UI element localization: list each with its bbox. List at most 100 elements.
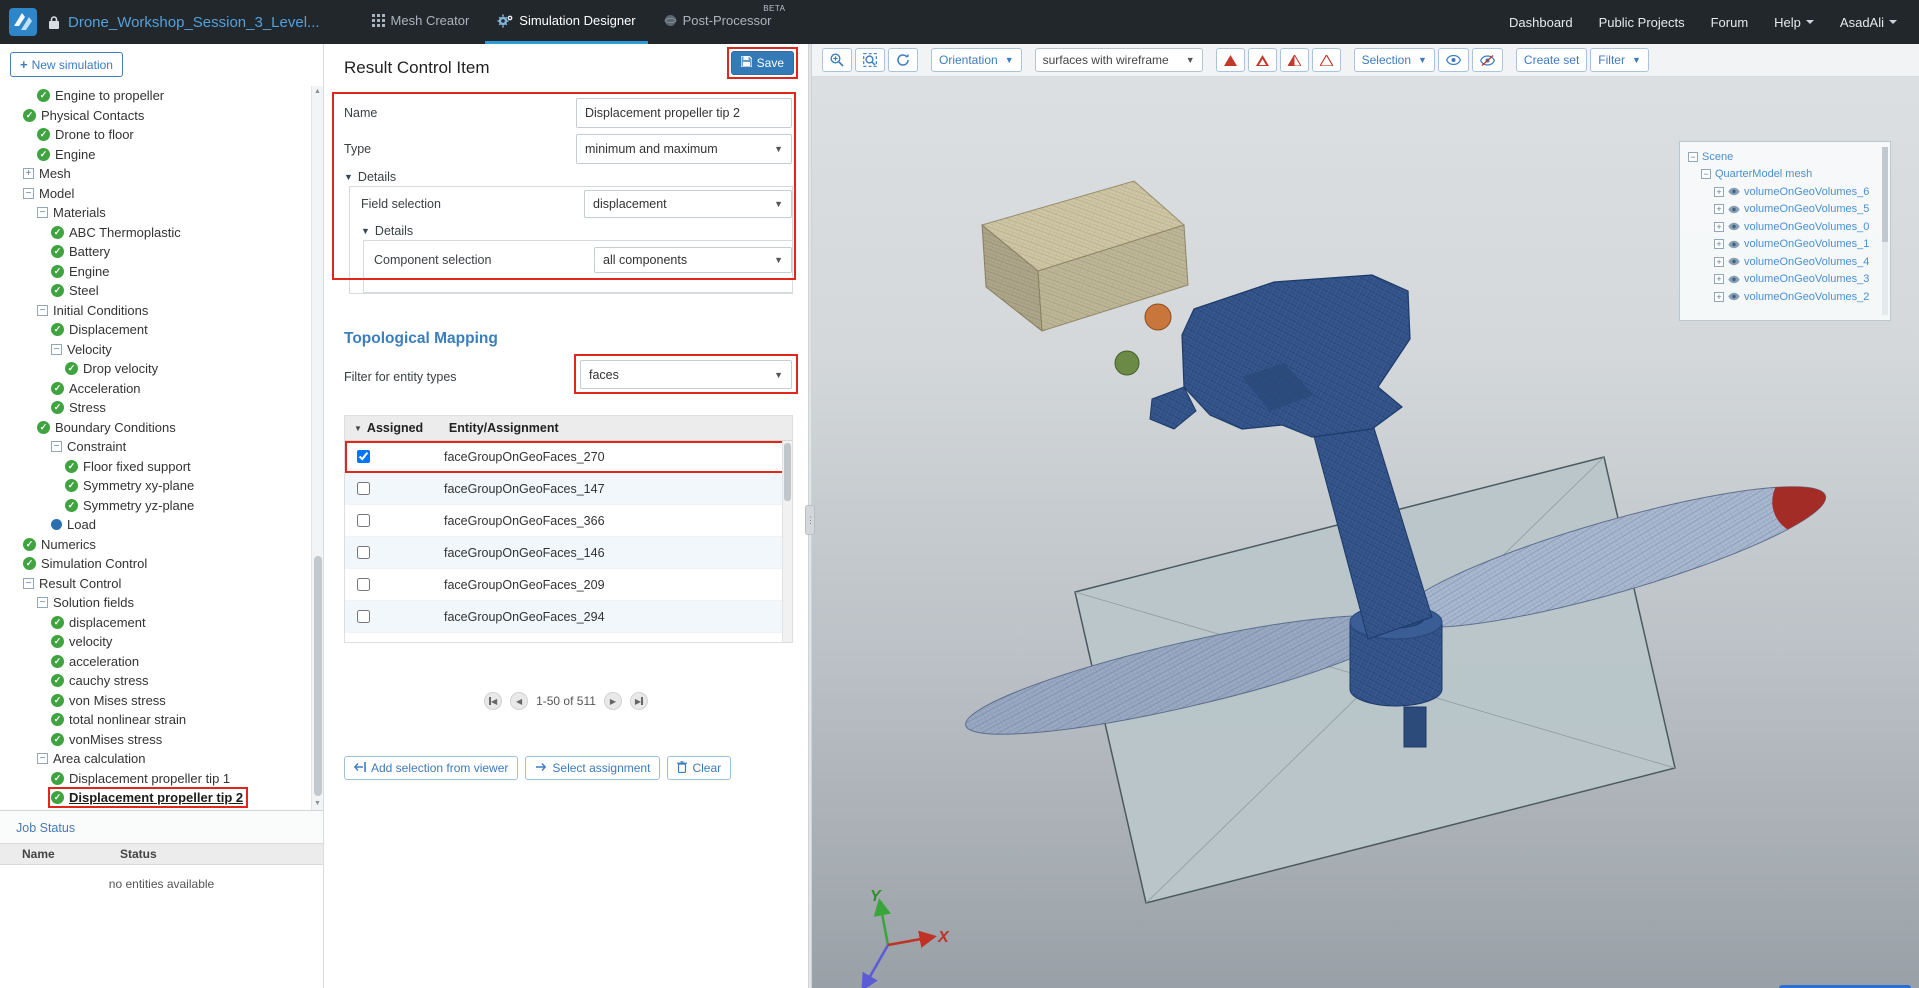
tree-item-load[interactable]: Load <box>0 515 311 535</box>
scroll-down-icon[interactable]: ▼ <box>312 798 323 810</box>
tab-post-processor[interactable]: Post-Processor BETA <box>652 0 785 44</box>
scene-mesh-item[interactable]: − QuarterModel mesh <box>1688 166 1880 184</box>
scene-volume-item[interactable]: + volumeOnGeoVolumes_0 <box>1688 218 1880 236</box>
tree-item-abc-thermoplastic[interactable]: ✓ ABC Thermoplastic <box>0 223 311 243</box>
table-row[interactable]: faceGroupOnGeoFaces_209 <box>345 569 792 601</box>
collapse-minus-icon[interactable]: − <box>37 207 48 219</box>
expand-plus-icon[interactable]: + <box>1714 186 1724 197</box>
field-selection-select[interactable]: displacement ▼ <box>584 190 792 218</box>
tree-item-total-nonlinear-strain[interactable]: ✓ total nonlinear strain <box>0 710 311 730</box>
visibility-eye-icon[interactable] <box>1728 222 1740 231</box>
type-select[interactable]: minimum and maximum ▼ <box>576 134 792 164</box>
last-page-button[interactable]: ▶ <box>629 692 648 710</box>
assigned-column-header[interactable]: Assigned <box>367 421 439 435</box>
clip-plane-button-1[interactable] <box>1215 48 1245 72</box>
assigned-checkbox[interactable] <box>357 450 370 463</box>
collapse-minus-icon[interactable]: − <box>51 343 62 355</box>
visibility-eye-icon[interactable] <box>1728 292 1740 301</box>
visibility-eye-icon[interactable] <box>1728 275 1740 284</box>
orientation-dropdown[interactable]: Orientation ▼ <box>931 48 1022 72</box>
tree-item-velocity[interactable]: − Velocity <box>0 340 311 360</box>
expand-plus-icon[interactable]: + <box>1714 274 1724 285</box>
tab-mesh-creator[interactable]: Mesh Creator <box>360 0 482 44</box>
add-selection-from-viewer-button[interactable]: Add selection from viewer <box>344 756 519 780</box>
zoom-in-button[interactable] <box>822 48 852 72</box>
visibility-eye-icon[interactable] <box>1728 187 1740 196</box>
tree-item-vonmises-stress[interactable]: ✓ vonMises stress <box>0 730 311 750</box>
hide-eye-button[interactable] <box>1471 48 1503 72</box>
nav-link-public-projects[interactable]: Public Projects <box>1599 15 1685 30</box>
tree-item-engine[interactable]: ✓ Engine <box>0 145 311 165</box>
tree-item-displacement-propeller-tip-2[interactable]: ✓ Displacement propeller tip 2 <box>0 787 311 809</box>
expand-plus-icon[interactable]: + <box>1714 221 1724 232</box>
tree-item-acceleration[interactable]: ✓ acceleration <box>0 652 311 672</box>
first-page-button[interactable]: ◀ <box>484 692 503 710</box>
tree-item-acceleration[interactable]: ✓ Acceleration <box>0 379 311 399</box>
tree-item-numerics[interactable]: ✓ Numerics <box>0 535 311 555</box>
splitter-handle[interactable]: ⋮ <box>805 505 815 535</box>
collapse-minus-icon[interactable]: − <box>51 441 62 453</box>
scene-volume-item[interactable]: + volumeOnGeoVolumes_3 <box>1688 271 1880 289</box>
tree-item-area-calculation[interactable]: − Area calculation <box>0 749 311 769</box>
filter-dropdown[interactable]: Filter ▼ <box>1590 48 1649 72</box>
tree-item-displacement[interactable]: ✓ Displacement <box>0 320 311 340</box>
nav-link-asadali[interactable]: AsadAli <box>1840 15 1897 30</box>
collapse-triangle-icon[interactable]: ▼ <box>361 226 370 236</box>
table-row[interactable]: faceGroupOnGeoFaces_146 <box>345 537 792 569</box>
assigned-checkbox[interactable] <box>357 482 370 495</box>
tree-item-symmetry-xy-plane[interactable]: ✓ Symmetry xy-plane <box>0 476 311 496</box>
scene-scroll-thumb[interactable] <box>1882 147 1888 242</box>
collapse-minus-icon[interactable]: − <box>1688 151 1698 162</box>
expand-plus-icon[interactable]: + <box>1714 291 1724 302</box>
tree-item-initial-conditions[interactable]: − Initial Conditions <box>0 301 311 321</box>
expand-plus-icon[interactable]: + <box>1714 204 1724 215</box>
scene-scrollbar[interactable] <box>1882 147 1888 315</box>
tree-item-displacement-propeller-tip-1[interactable]: ✓ Displacement propeller tip 1 <box>0 769 311 789</box>
details-section-header[interactable]: ▼ Details <box>344 170 396 184</box>
scene-volume-item[interactable]: + volumeOnGeoVolumes_6 <box>1688 183 1880 201</box>
collapse-minus-icon[interactable]: − <box>1701 169 1711 180</box>
tree-item-drone-to-floor[interactable]: ✓ Drone to floor <box>0 125 311 145</box>
collapse-triangle-icon[interactable]: ▼ <box>344 172 353 182</box>
refresh-view-button[interactable] <box>888 48 918 72</box>
clip-plane-button-2[interactable] <box>1247 48 1277 72</box>
visibility-eye-icon[interactable] <box>1728 257 1740 266</box>
collapse-minus-icon[interactable]: − <box>23 187 34 199</box>
expand-plus-icon[interactable]: + <box>1714 256 1724 267</box>
tree-item-boundary-conditions[interactable]: ✓ Boundary Conditions <box>0 418 311 438</box>
scroll-thumb[interactable] <box>314 556 322 796</box>
clear-button[interactable]: Clear <box>667 756 732 780</box>
entity-filter-select[interactable]: faces ▼ <box>580 360 792 389</box>
entity-column-header[interactable]: Entity/Assignment <box>439 421 559 435</box>
assigned-checkbox[interactable] <box>357 514 370 527</box>
tree-item-cauchy-stress[interactable]: ✓ cauchy stress <box>0 671 311 691</box>
sidebar-scrollbar[interactable]: ▲ ▼ <box>311 86 323 810</box>
tree-item-von-mises-stress[interactable]: ✓ von Mises stress <box>0 691 311 711</box>
tree-item-physical-contacts[interactable]: ✓ Physical Contacts <box>0 106 311 126</box>
scene-volume-item[interactable]: + volumeOnGeoVolumes_1 <box>1688 236 1880 254</box>
clip-plane-button-4[interactable] <box>1311 48 1341 72</box>
scene-volume-item[interactable]: + volumeOnGeoVolumes_2 <box>1688 288 1880 306</box>
expand-plus-icon[interactable]: + <box>23 168 34 180</box>
project-title[interactable]: Drone_Workshop_Session_3_Level... <box>68 14 320 31</box>
previous-page-button[interactable]: ◀ <box>510 692 529 710</box>
tree-item-displacement[interactable]: ✓ displacement <box>0 613 311 633</box>
table-scroll-thumb[interactable] <box>784 443 791 501</box>
assigned-checkbox[interactable] <box>357 546 370 559</box>
collapse-minus-icon[interactable]: − <box>37 597 48 609</box>
tree-item-constraint[interactable]: − Constraint <box>0 437 311 457</box>
nav-link-help[interactable]: Help <box>1774 15 1814 30</box>
tree-item-result-control[interactable]: − Result Control <box>0 574 311 594</box>
tree-item-steel[interactable]: ✓ Steel <box>0 281 311 301</box>
zoom-fit-button[interactable] <box>855 48 885 72</box>
assigned-checkbox[interactable] <box>357 578 370 591</box>
tree-item-symmetry-yz-plane[interactable]: ✓ Symmetry yz-plane <box>0 496 311 516</box>
select-assignment-button[interactable]: Select assignment <box>525 756 661 780</box>
scene-volume-item[interactable]: + volumeOnGeoVolumes_5 <box>1688 201 1880 219</box>
render-mode-select[interactable]: surfaces with wireframe ▼ <box>1034 48 1203 72</box>
tree-item-engine-to-propeller[interactable]: ✓ Engine to propeller <box>0 86 311 106</box>
inner-details-section-header[interactable]: ▼ Details <box>361 224 413 238</box>
collapse-minus-icon[interactable]: − <box>37 753 48 765</box>
save-button[interactable]: Save <box>730 51 794 75</box>
scene-volume-item[interactable]: + volumeOnGeoVolumes_4 <box>1688 253 1880 271</box>
